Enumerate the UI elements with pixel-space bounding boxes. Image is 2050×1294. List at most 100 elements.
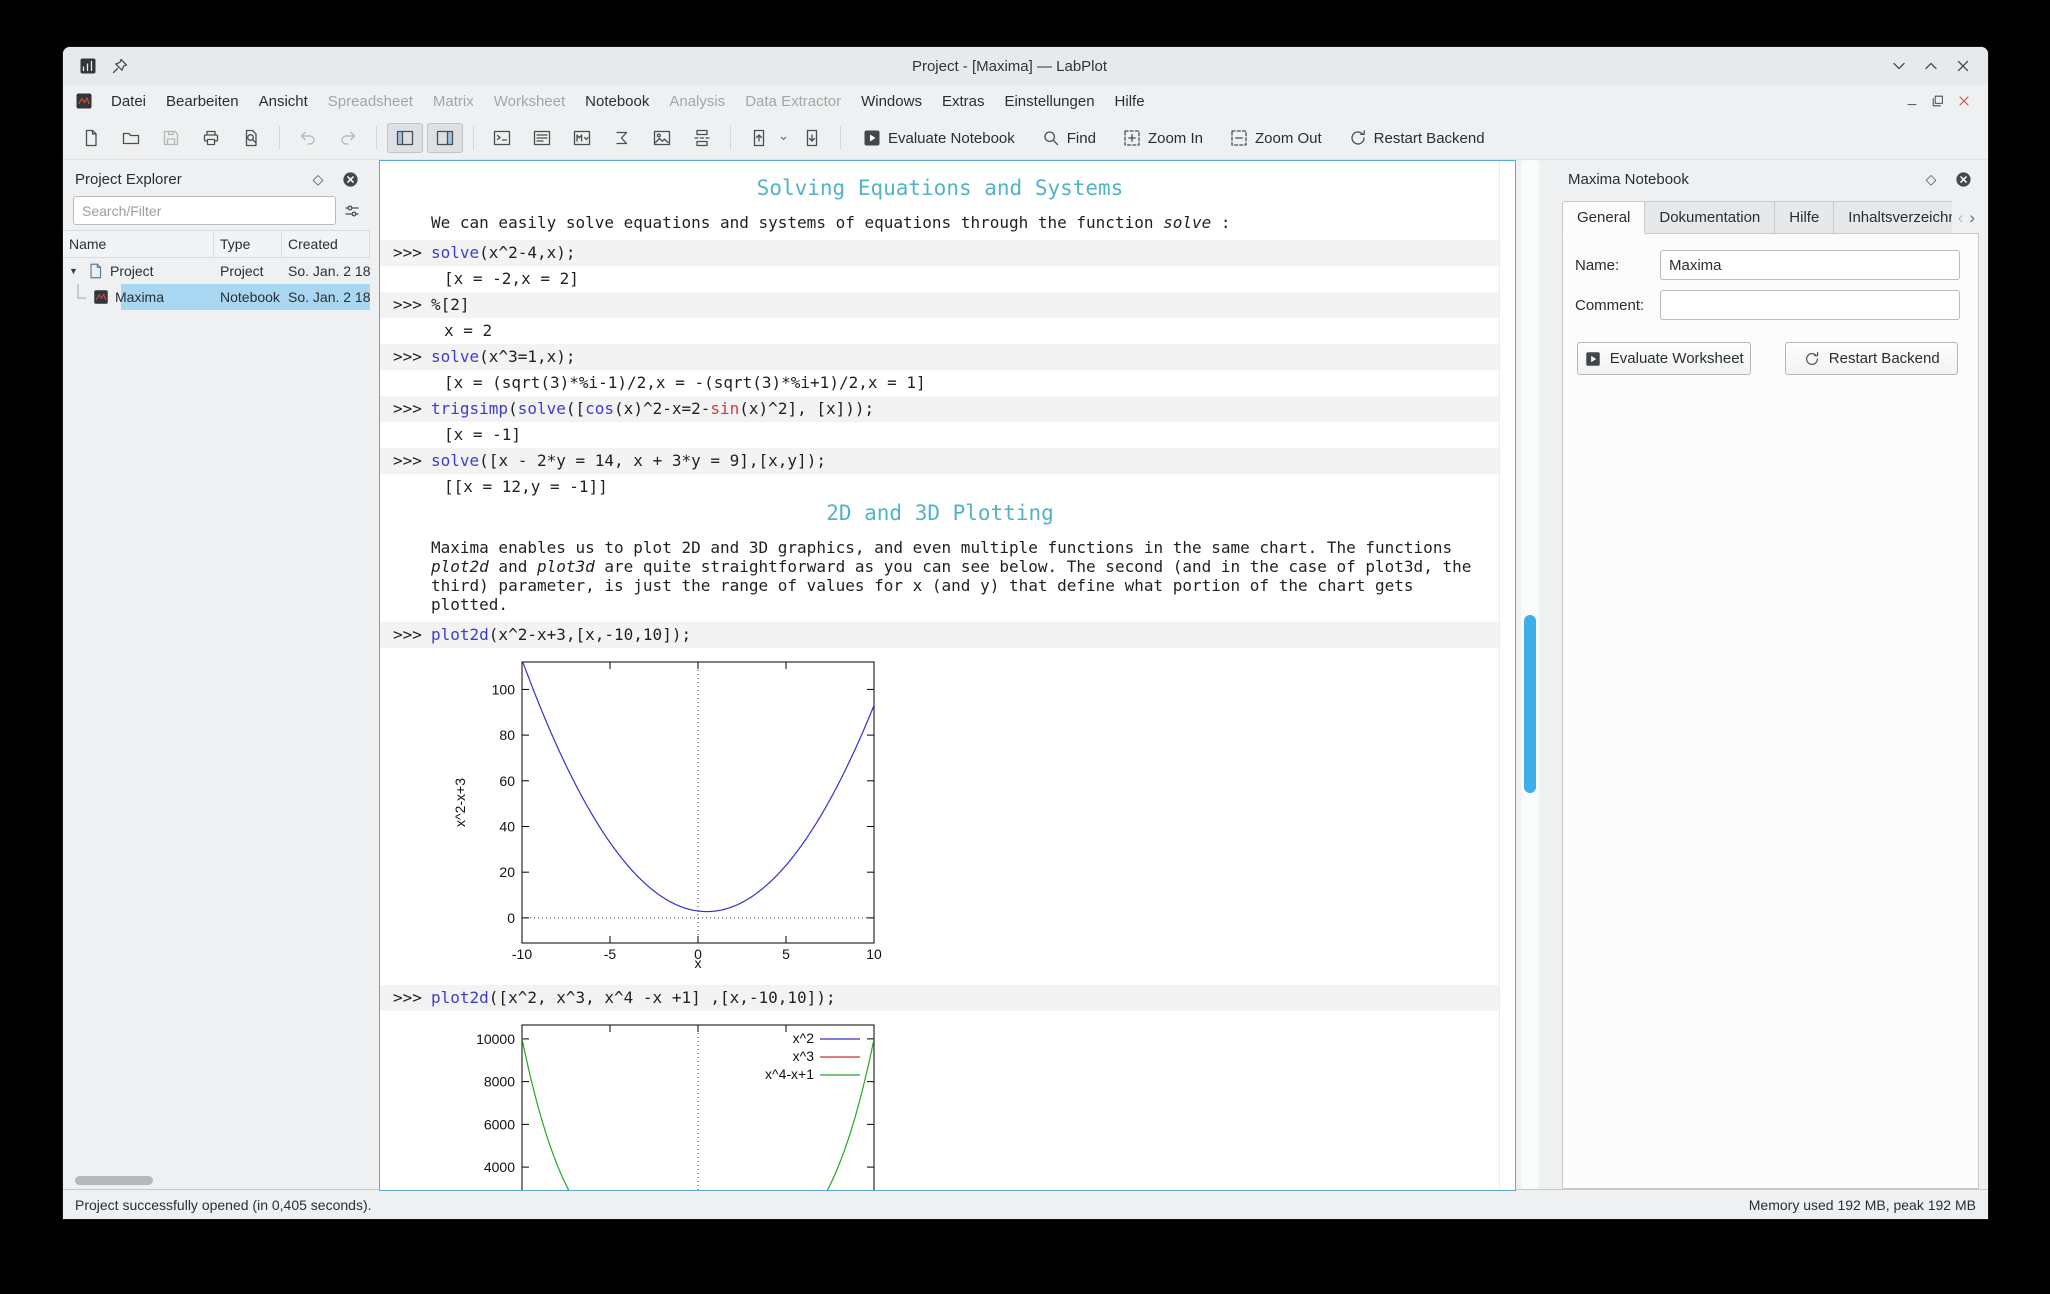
- table-row[interactable]: ▼ Project Project So. Jan. 2 18:53: [63, 258, 370, 284]
- toolbar: Evaluate Notebook Find Zoom In Zoom Out Rest…: [63, 117, 1988, 160]
- zoom-out-button[interactable]: Zoom Out: [1218, 123, 1333, 153]
- mdi-close-button[interactable]: [1954, 91, 1974, 111]
- zoom-in-label: Zoom In: [1147, 129, 1203, 147]
- close-dock-icon[interactable]: [1953, 169, 1973, 189]
- command-code: %[2]: [431, 295, 470, 314]
- maximize-button[interactable]: [1920, 55, 1942, 77]
- tab-scroll-arrows: ‹ ›: [1954, 201, 1979, 234]
- restart-backend-button[interactable]: Restart Backend: [1784, 342, 1958, 375]
- toolbar-separator: [279, 126, 280, 150]
- menu-datei[interactable]: Datei: [101, 89, 156, 114]
- column-header-name[interactable]: Name: [63, 231, 214, 257]
- notebook-command-entry[interactable]: >>> solve(x^2-4,x);: [380, 240, 1514, 266]
- collapse-all-results-dropdown-icon[interactable]: [777, 132, 790, 145]
- menu-bearbeiten[interactable]: Bearbeiten: [156, 89, 249, 114]
- pin-icon[interactable]: [109, 55, 131, 77]
- notebook-scrollbar-handle[interactable]: [1524, 615, 1536, 793]
- menu-data-extractor: Data Extractor: [745, 92, 842, 110]
- command-code: solve(x^2-4,x);: [431, 243, 576, 262]
- column-header-created[interactable]: Created: [282, 231, 370, 257]
- name-field[interactable]: [1660, 250, 1960, 280]
- table-row[interactable]: Maxima Notebook So. Jan. 2 18:53: [63, 284, 370, 310]
- explorer-horizontal-scrollbar[interactable]: [75, 1176, 153, 1185]
- command-prompt: >>>: [393, 625, 422, 644]
- tab-inhaltsverzeichnis[interactable]: Inhaltsverzeichnis: [1834, 201, 1953, 234]
- notebook-heading[interactable]: 2D and 3D Plotting: [393, 500, 1514, 526]
- close-button[interactable]: [1952, 55, 1974, 77]
- command-code: plot2d([x^2, x^3, x^4 -x +1] ,[x,-10,10]…: [431, 988, 836, 1007]
- notebook-command-entry[interactable]: >>> solve(x^3=1,x);: [380, 344, 1514, 370]
- svg-text:10: 10: [866, 946, 882, 962]
- notebook-text-entry[interactable]: We can easily solve equations and system…: [431, 213, 1476, 232]
- evaluate-worksheet-button[interactable]: Evaluate Worksheet: [1577, 342, 1751, 375]
- restart-backend-label: Restart Backend: [1828, 350, 1940, 367]
- tab-scroll-left-icon[interactable]: ‹: [1958, 208, 1964, 228]
- new-project-button[interactable]: [73, 123, 109, 153]
- tab-scroll-right-icon[interactable]: ›: [1969, 208, 1975, 228]
- memory-usage: Memory used 192 MB, peak 192 MB: [1748, 1196, 1976, 1213]
- print-preview-button[interactable]: [233, 123, 269, 153]
- notebook-heading[interactable]: Solving Equations and Systems: [393, 175, 1487, 201]
- tab-dokumentation[interactable]: Dokumentation: [1645, 201, 1776, 234]
- find-label: Find: [1066, 129, 1096, 147]
- insert-text-entry-button[interactable]: [524, 123, 560, 153]
- insert-page-break-button[interactable]: [684, 123, 720, 153]
- find-button[interactable]: Find: [1030, 123, 1107, 153]
- menu-ansicht[interactable]: Ansicht: [249, 89, 318, 114]
- toggle-properties-explorer-button[interactable]: [427, 123, 463, 153]
- notebook-command-entry[interactable]: >>> %[2]: [380, 292, 1514, 318]
- notebook-command-entry[interactable]: >>> solve([x - 2*y = 14, x + 3*y = 9],[x,…: [380, 448, 1514, 474]
- command-prompt: >>>: [393, 243, 422, 262]
- main-content: Project Explorer ◇ NameTypeCreated ▼ Proj…: [63, 160, 1988, 1191]
- restart-backend-button[interactable]: Restart Backend: [1337, 123, 1496, 153]
- type-cell: Project: [220, 263, 264, 279]
- svg-text:x^2-x+3: x^2-x+3: [452, 778, 468, 827]
- notebook-command-entry[interactable]: >>> plot2d(x^2-x+3,[x,-10,10]);: [380, 622, 1514, 648]
- insert-command-entry-button[interactable]: [484, 123, 520, 153]
- notebook-scrollbar[interactable]: [1521, 160, 1539, 1189]
- notebook-view[interactable]: Solving Equations and Systems We can easi…: [379, 160, 1516, 1191]
- print-button[interactable]: [193, 123, 229, 153]
- notebook-result: [x = -1]: [444, 425, 522, 444]
- menu-notebook[interactable]: Notebook: [575, 89, 659, 114]
- tab-general[interactable]: General: [1562, 201, 1646, 234]
- filter-options-icon[interactable]: [342, 201, 362, 221]
- svg-text:-10: -10: [512, 946, 532, 962]
- expander-icon[interactable]: ▼: [69, 266, 82, 276]
- svg-text:6000: 6000: [484, 1116, 515, 1132]
- close-dock-icon[interactable]: [340, 169, 360, 189]
- menu-items: Datei Bearbeiten Ansicht Spreadsheet Matrix W…: [101, 89, 1155, 114]
- insert-image-entry-button[interactable]: [644, 123, 680, 153]
- column-header-type[interactable]: Type: [214, 231, 282, 257]
- toggle-project-explorer-button[interactable]: [387, 123, 423, 153]
- comment-row: Comment:: [1575, 290, 1960, 320]
- menu-hilfe[interactable]: Hilfe: [1105, 89, 1155, 114]
- insert-markdown-entry-button[interactable]: [564, 123, 600, 153]
- menu-windows[interactable]: Windows: [851, 89, 932, 114]
- evaluate-notebook-button[interactable]: Evaluate Notebook: [851, 123, 1026, 153]
- status-message: Project successfully opened (in 0,405 se…: [75, 1196, 372, 1213]
- collapse-all-results-button[interactable]: [741, 123, 777, 153]
- minimize-button[interactable]: [1888, 55, 1910, 77]
- zoom-in-button[interactable]: Zoom In: [1111, 123, 1214, 153]
- open-project-button[interactable]: [113, 123, 149, 153]
- search-input[interactable]: [73, 196, 336, 225]
- menu-einstellungen[interactable]: Einstellungen: [994, 89, 1104, 114]
- float-dock-icon[interactable]: ◇: [308, 169, 328, 189]
- tab-hilfe[interactable]: Hilfe: [1775, 201, 1835, 234]
- notebook-text-entry[interactable]: Maxima enables us to plot 2D and 3D grap…: [431, 538, 1476, 614]
- notebook-content: Solving Equations and Systems We can easi…: [380, 161, 1514, 1190]
- mdi-minimize-button[interactable]: [1902, 91, 1922, 111]
- svg-text:5: 5: [782, 946, 790, 962]
- notebook-command-entry[interactable]: >>> trigsimp(solve([cos(x)^2-x=2-sin(x)^2…: [380, 396, 1514, 422]
- notebook-command-entry[interactable]: >>> plot2d([x^2, x^3, x^4 -x +1] ,[x,-10,…: [380, 985, 1514, 1011]
- expand-all-results-button[interactable]: [794, 123, 830, 153]
- command-code: trigsimp(solve([cos(x)^2-x=2-sin(x)^2], …: [431, 399, 875, 418]
- comment-field[interactable]: [1660, 290, 1960, 320]
- insert-latex-entry-button[interactable]: [604, 123, 640, 153]
- mdi-restore-button[interactable]: [1928, 91, 1948, 111]
- name-row: Name:: [1575, 250, 1960, 280]
- menu-extras[interactable]: Extras: [932, 89, 995, 114]
- float-dock-icon[interactable]: ◇: [1921, 169, 1941, 189]
- titlebar[interactable]: Project - [Maxima] — LabPlot: [63, 47, 1988, 85]
